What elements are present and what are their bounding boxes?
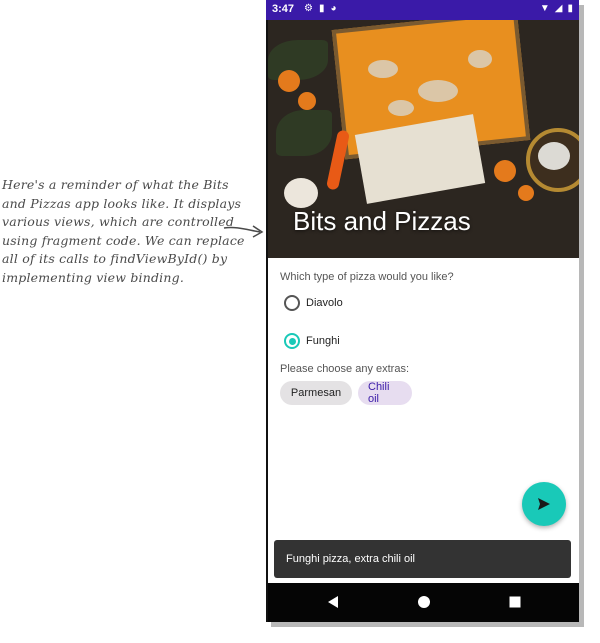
annotation-line: all of its calls to findViewById() by	[2, 251, 228, 266]
hero-image: Bits and Pizzas	[268, 20, 579, 258]
cheese-patch	[468, 50, 492, 68]
snackbar: Funghi pizza, extra chili oil	[274, 540, 571, 578]
battery-icon: ▮	[567, 3, 573, 14]
navigation-bar	[268, 583, 579, 622]
cheese-patch	[418, 80, 458, 102]
send-order-button[interactable]	[522, 482, 566, 526]
phone-frame: 3:47 ⚙ ▮ ◕ ▼ ◢ ▮ Bits and Pizzas Which t…	[266, 0, 579, 622]
signal-icon: ◢	[554, 3, 563, 14]
tomato	[298, 92, 316, 110]
radio-funghi[interactable]: Funghi	[284, 333, 340, 349]
cheese-patch	[368, 60, 398, 78]
annotation-arrow-icon	[223, 225, 264, 238]
order-form: Which type of pizza would you like? Diav…	[268, 258, 579, 583]
radio-diavolo[interactable]: Diavolo	[284, 295, 343, 311]
tomato	[518, 185, 534, 201]
app-title: Bits and Pizzas	[293, 206, 471, 236]
tomato	[278, 70, 300, 92]
radio-label: Funghi	[306, 335, 340, 347]
annotation-note: Here's a reminder of what the Bits and P…	[2, 176, 252, 287]
recents-square-icon[interactable]	[508, 595, 522, 609]
radio-label: Diavolo	[306, 297, 343, 309]
home-circle-icon[interactable]	[417, 595, 431, 609]
chip-parmesan[interactable]: Parmesan	[280, 381, 352, 405]
annotation-line: Here's a reminder of what the Bits	[2, 177, 229, 192]
annotation-line: various views, which are controlled	[2, 214, 235, 229]
basil-leaf	[276, 110, 332, 156]
garlic-bulb	[284, 178, 318, 208]
back-triangle-icon[interactable]	[326, 595, 340, 609]
cheese-patch	[388, 100, 414, 116]
tomato	[494, 160, 516, 182]
annotation-line: using fragment code. We can replace	[2, 232, 245, 248]
salt	[538, 142, 570, 170]
annotation-line: implementing view binding.	[2, 269, 185, 285]
app-notification-icon: ◕	[330, 3, 337, 14]
send-icon	[538, 498, 550, 510]
chip-chili-oil[interactable]: Chili oil	[358, 381, 412, 405]
radio-button-checked[interactable]	[284, 333, 300, 349]
annotation-line: and Pizzas app looks like. It displays	[2, 195, 242, 211]
wifi-icon: ▼	[539, 3, 550, 14]
pizza-question: Which type of pizza would you like?	[280, 271, 454, 283]
sd-card-icon: ▮	[318, 3, 325, 14]
status-time: 3:47	[272, 3, 295, 15]
radio-button[interactable]	[284, 295, 300, 311]
status-bar: 3:47 ⚙ ▮ ◕ ▼ ◢ ▮	[266, 0, 579, 20]
snackbar-text: Funghi pizza, extra chili oil	[286, 553, 416, 565]
extras-question: Please choose any extras:	[280, 363, 410, 375]
settings-gear-icon: ⚙	[304, 3, 313, 14]
